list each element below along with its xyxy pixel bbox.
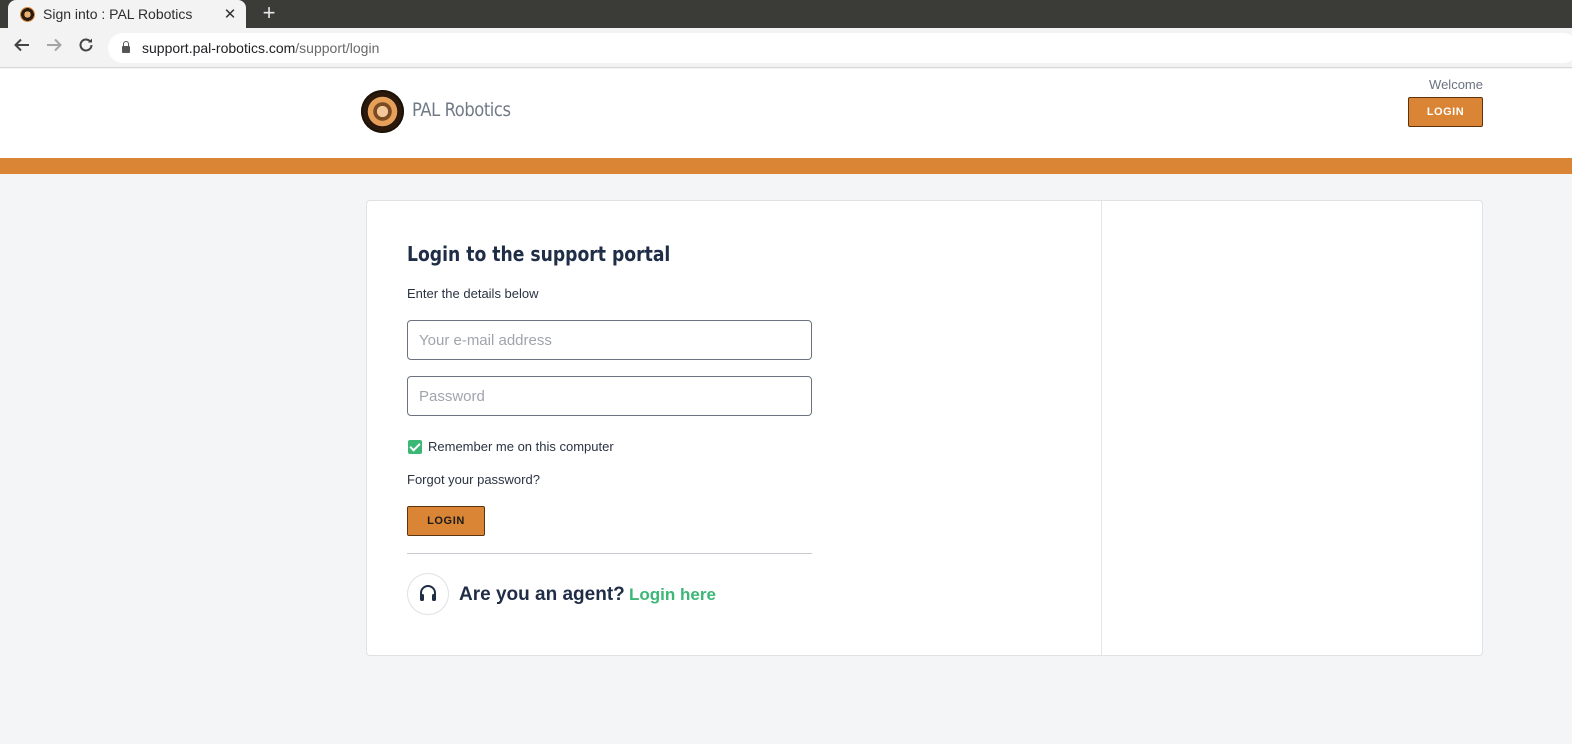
browser-toolbar: support.pal-robotics.com /support/login — [0, 28, 1572, 68]
forgot-password-link[interactable]: Forgot your password? — [407, 472, 540, 487]
remember-me[interactable]: Remember me on this computer — [408, 439, 614, 454]
page-title: Login to the support portal — [407, 242, 671, 266]
headset-icon — [407, 573, 449, 615]
card-divider — [1101, 201, 1102, 655]
brand-name[interactable]: PAL Robotics — [412, 99, 511, 121]
new-tab-button[interactable]: + — [258, 2, 280, 24]
url-path: /support/login — [295, 40, 380, 56]
lock-icon — [122, 41, 130, 53]
remember-me-label[interactable]: Remember me on this computer — [428, 439, 614, 454]
site-favicon-icon — [20, 6, 35, 22]
browser-tab[interactable]: Sign into : PAL Robotics ✕ — [8, 0, 246, 28]
site-header: PAL Robotics Welcome LOGIN — [0, 69, 1572, 158]
back-icon[interactable] — [10, 36, 34, 60]
login-card: Login to the support portal Enter the de… — [366, 200, 1483, 656]
header-accent-band — [0, 158, 1572, 174]
remember-me-checkbox[interactable] — [408, 439, 422, 454]
welcome-text: Welcome — [1429, 77, 1483, 92]
login-button[interactable]: LOGIN — [407, 506, 485, 536]
address-bar[interactable]: support.pal-robotics.com /support/login — [108, 33, 1572, 63]
section-divider — [407, 553, 812, 554]
tab-title: Sign into : PAL Robotics — [43, 6, 193, 22]
tab-close-icon[interactable]: ✕ — [220, 5, 240, 23]
password-field[interactable] — [407, 376, 812, 416]
forward-icon[interactable] — [42, 36, 66, 60]
header-login-button[interactable]: LOGIN — [1408, 97, 1483, 127]
form-instructions: Enter the details below — [407, 286, 539, 301]
browser-tab-bar: Sign into : PAL Robotics ✕ + — [0, 0, 1572, 28]
agent-login-link[interactable]: Login here — [629, 585, 716, 605]
url-host: support.pal-robotics.com — [142, 40, 296, 56]
agent-question: Are you an agent? — [459, 584, 625, 605]
reload-icon[interactable] — [74, 36, 98, 60]
pal-robotics-logo-icon[interactable] — [361, 90, 404, 133]
email-field[interactable] — [407, 320, 812, 360]
